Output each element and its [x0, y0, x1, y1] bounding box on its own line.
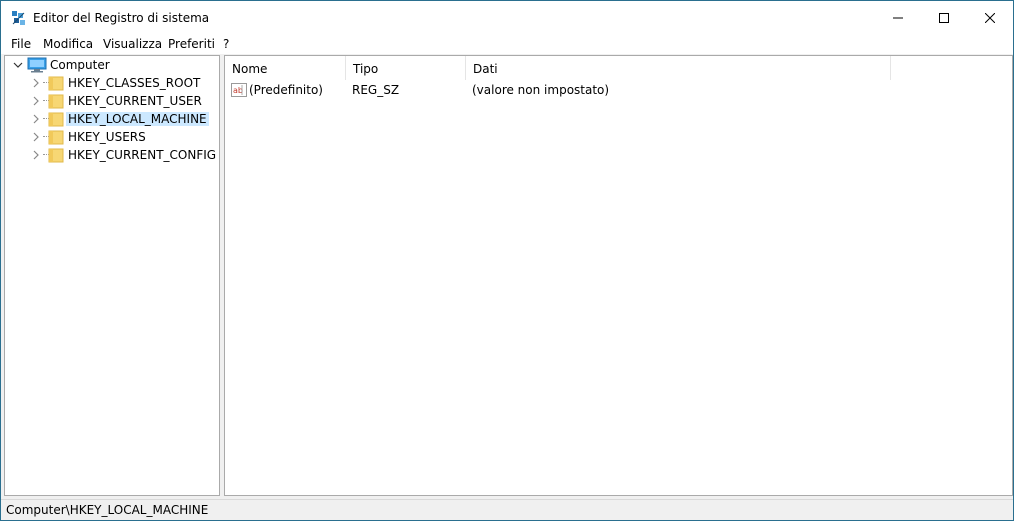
value-data: (valore non impostato) — [472, 83, 610, 97]
column-header-nome[interactable]: Nome — [225, 56, 346, 80]
maximize-icon — [939, 13, 949, 23]
menu-help[interactable]: ? — [222, 37, 230, 51]
tree-item-hkey-current-config[interactable]: HKEY_CURRENT_CONFIG — [5, 146, 219, 164]
menu-modifica[interactable]: Modifica — [42, 37, 94, 51]
value-type: REG_SZ — [352, 83, 400, 97]
chevron-right-icon[interactable] — [30, 149, 42, 161]
menu-visualizza[interactable]: Visualizza — [102, 37, 163, 51]
tree-item-hkey-local-machine[interactable]: HKEY_LOCAL_MACHINE — [5, 110, 219, 128]
column-header-label: Tipo — [353, 62, 379, 76]
chevron-right-icon[interactable] — [30, 131, 42, 143]
tree-label: HKEY_CURRENT_USER — [68, 94, 202, 108]
folder-icon — [48, 94, 64, 109]
tree-label: HKEY_LOCAL_MACHINE — [66, 112, 209, 126]
string-value-icon: ab — [231, 83, 247, 97]
svg-text:ab: ab — [233, 86, 243, 95]
minimize-icon — [893, 17, 903, 19]
column-header-label: Nome — [232, 62, 268, 76]
title-bar[interactable]: Editor del Registro di sistema — [1, 1, 1013, 35]
column-header-label: Dati — [473, 62, 498, 76]
close-button[interactable] — [967, 1, 1013, 35]
column-header-tipo[interactable]: Tipo — [346, 56, 466, 80]
tree-item-computer[interactable]: Computer — [5, 56, 219, 74]
tree-item-hkey-classes-root[interactable]: HKEY_CLASSES_ROOT — [5, 74, 219, 92]
status-path: Computer\HKEY_LOCAL_MACHINE — [6, 503, 209, 517]
tree-label: HKEY_CLASSES_ROOT — [68, 76, 201, 90]
folder-icon — [48, 112, 64, 127]
close-icon — [985, 13, 995, 23]
maximize-button[interactable] — [921, 1, 967, 35]
column-header-dati[interactable]: Dati — [466, 56, 891, 80]
tree-label: Computer — [50, 58, 110, 72]
tree-label: HKEY_CURRENT_CONFIG — [68, 148, 217, 162]
key-tree[interactable]: Computer HKEY_CLASSES_ROOT HKEY_CURRENT_… — [4, 55, 220, 496]
computer-icon — [27, 57, 47, 73]
tree-label: HKEY_USERS — [68, 130, 146, 144]
chevron-right-icon[interactable] — [30, 77, 42, 89]
status-bar: Computer\HKEY_LOCAL_MACHINE — [1, 499, 1013, 520]
window-title: Editor del Registro di sistema — [33, 11, 210, 25]
chevron-right-icon[interactable] — [30, 95, 42, 107]
folder-icon — [48, 130, 64, 145]
folder-icon — [48, 76, 64, 91]
values-list[interactable]: Nome Tipo Dati ab (Predefinito) REG_SZ (… — [224, 55, 1013, 496]
tree-item-hkey-users[interactable]: HKEY_USERS — [5, 128, 219, 146]
value-name: (Predefinito) — [249, 83, 323, 97]
menu-bar: File Modifica Visualizza Preferiti ? — [1, 35, 1013, 54]
minimize-button[interactable] — [875, 1, 921, 35]
tree-item-hkey-current-user[interactable]: HKEY_CURRENT_USER — [5, 92, 219, 110]
registry-editor-window: Editor del Registro di sistema File Modi… — [0, 0, 1014, 521]
chevron-right-icon[interactable] — [30, 113, 42, 125]
folder-icon — [48, 148, 64, 163]
menu-file[interactable]: File — [10, 37, 32, 51]
regedit-icon — [12, 11, 25, 25]
chevron-down-icon[interactable] — [12, 59, 24, 71]
menu-preferiti[interactable]: Preferiti — [167, 37, 216, 51]
